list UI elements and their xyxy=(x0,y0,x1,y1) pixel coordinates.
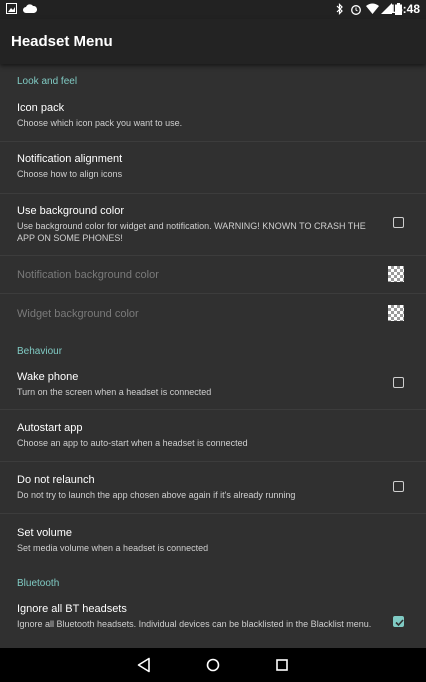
pref-notification-alignment[interactable]: Notification alignment Choose how to ali… xyxy=(0,142,426,192)
pref-autostart-app[interactable]: Autostart app Choose an app to auto-star… xyxy=(0,410,426,461)
pref-use-background-color[interactable]: Use background color Use background colo… xyxy=(0,194,426,254)
pref-wake-phone[interactable]: Wake phone Turn on the screen when a hea… xyxy=(0,360,426,408)
pref-summary: Use background color for widget and noti… xyxy=(17,221,366,243)
pref-icon-pack[interactable]: Icon pack Choose which icon pack you wan… xyxy=(0,94,426,141)
pref-title: Notification alignment xyxy=(17,153,123,165)
pref-summary: Choose how to align icons xyxy=(17,169,123,179)
wifi-icon xyxy=(366,3,379,17)
pref-title: Do not relaunch xyxy=(17,474,95,486)
cloud-icon xyxy=(23,3,38,17)
check-icon xyxy=(395,619,404,627)
pref-title: Widget background color xyxy=(17,308,139,320)
pref-summary: Turn on the screen when a headset is con… xyxy=(17,387,212,397)
pref-notification-background-color: Notification background color xyxy=(0,256,426,293)
pref-ignore-all-bt-headsets[interactable]: Ignore all BT headsets Ignore all Blueto… xyxy=(0,594,426,648)
pref-title: Wake phone xyxy=(17,371,79,383)
pref-summary: Choose which icon pack you want to use. xyxy=(17,118,183,128)
clock-time: 15:48 xyxy=(389,2,420,16)
pref-title: Set volume xyxy=(17,527,73,539)
pref-title: Ignore all BT headsets xyxy=(17,603,127,615)
image-icon xyxy=(6,3,17,17)
section-look-and-feel: Look and feel xyxy=(17,76,78,87)
pref-do-not-relaunch[interactable]: Do not relaunch Do not try to launch the… xyxy=(0,462,426,513)
pref-title: Icon pack xyxy=(17,102,65,114)
navigation-bar xyxy=(0,648,426,682)
ignore-bt-headsets-checkbox[interactable] xyxy=(393,616,404,627)
pref-summary: Set media volume when a headset is conne… xyxy=(17,543,209,553)
status-bar: 15:48 xyxy=(0,0,426,19)
color-swatch xyxy=(388,266,404,282)
use-background-color-checkbox[interactable] xyxy=(393,217,404,228)
pref-summary: Ignore all Bluetooth headsets. Individua… xyxy=(17,619,372,629)
page-title: Headset Menu xyxy=(11,33,113,50)
alarm-icon xyxy=(350,3,362,18)
pref-widget-background-color: Widget background color xyxy=(0,294,426,332)
pref-title: Use background color xyxy=(17,205,125,217)
bluetooth-icon xyxy=(336,3,344,18)
pref-summary: Choose an app to auto-start when a heads… xyxy=(17,438,248,448)
app-bar: Headset Menu xyxy=(0,19,426,64)
color-swatch xyxy=(388,305,404,321)
do-not-relaunch-checkbox[interactable] xyxy=(393,481,404,492)
home-icon[interactable] xyxy=(205,657,221,678)
pref-set-volume[interactable]: Set volume Set media volume when a heads… xyxy=(0,514,426,566)
preferences-list[interactable]: Look and feel Icon pack Choose which ico… xyxy=(0,64,426,648)
wake-phone-checkbox[interactable] xyxy=(393,377,404,388)
back-icon[interactable] xyxy=(137,657,151,678)
section-bluetooth: Bluetooth xyxy=(17,578,60,589)
pref-title: Notification background color xyxy=(17,269,159,281)
pref-title: Autostart app xyxy=(17,422,83,434)
pref-summary: Do not try to launch the app chosen abov… xyxy=(17,490,296,500)
recents-icon[interactable] xyxy=(275,657,289,678)
section-behaviour: Behaviour xyxy=(17,346,63,357)
